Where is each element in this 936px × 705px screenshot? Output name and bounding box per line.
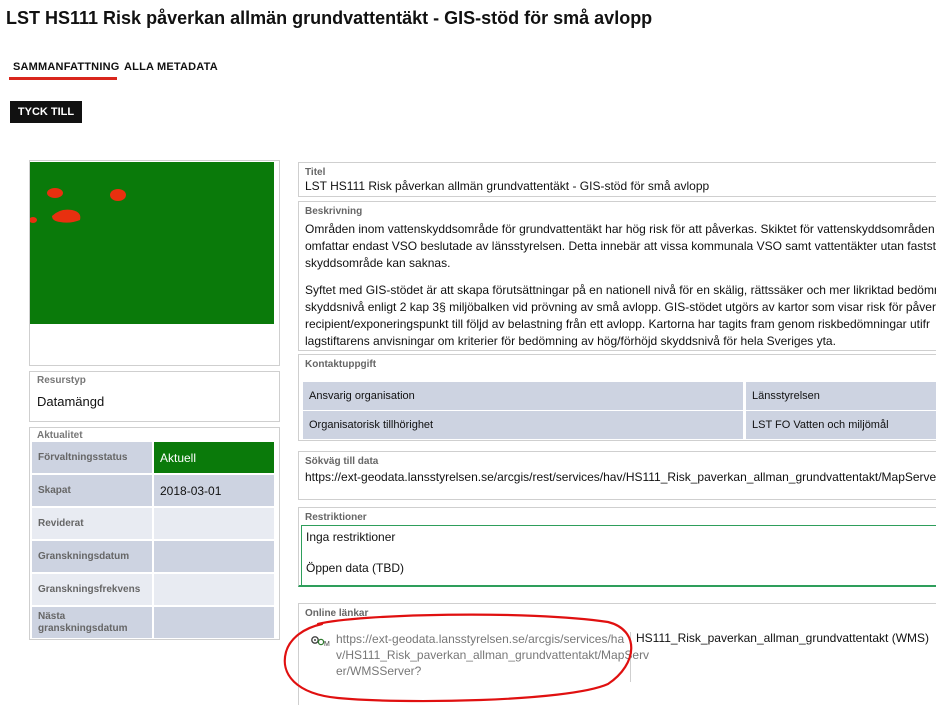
beskrivning-line: Områden inom vattenskyddsområde för grun… (305, 222, 935, 236)
aktualitet-value: 2018-03-01 (154, 475, 274, 506)
kontakt-panel: Kontaktuppgift Ansvarig organisation Län… (298, 354, 936, 441)
resource-type-value: Datamängd (37, 394, 105, 409)
titel-label: Titel (305, 167, 326, 178)
status-badge: Aktuell (154, 442, 274, 473)
online-link-line: v/HS111_Risk_paverkan_allman_grundvatten… (336, 648, 650, 662)
online-link-line: er/WMSServer? (336, 664, 422, 678)
restriktioner-content: Inga restriktioner Öppen data (TBD) (301, 525, 936, 585)
aktualitet-label: Aktualitet (37, 430, 83, 441)
restriktioner-line: Öppen data (TBD) (306, 561, 405, 575)
active-tab-indicator (9, 77, 117, 80)
titel-panel: Titel LST HS111 Risk påverkan allmän gru… (298, 162, 936, 197)
resource-type-panel: Resurstyp Datamängd (29, 371, 280, 422)
kontakt-key: Ansvarig organisation (303, 382, 743, 410)
online-link-url[interactable]: https://ext-geodata.lansstyrelsen.se/arc… (336, 631, 650, 679)
tab-alla-metadata[interactable]: ALLA METADATA (124, 61, 218, 73)
sokvag-label: Sökväg till data (305, 456, 379, 467)
beskrivning-line: skyddsområde kan saknas. (305, 256, 451, 270)
aktualitet-row: Förvaltningsstatus Aktuell (32, 442, 274, 473)
aktualitet-row: Skapat 2018-03-01 (32, 475, 274, 506)
kontakt-key: Organisatorisk tillhörighet (303, 411, 743, 439)
beskrivning-line: lagstiftarens anvisningar om kriterier f… (305, 334, 836, 348)
aktualitet-value (154, 607, 274, 638)
aktualitet-row: Nästa granskningsdatum (32, 607, 274, 638)
online-label: Online länkar (305, 608, 369, 619)
map-thumbnail-graphic (30, 162, 274, 324)
titel-value: LST HS111 Risk påverkan allmän grundvatt… (305, 179, 710, 193)
aktualitet-key: Nästa granskningsdatum (32, 607, 152, 638)
beskrivning-panel: Beskrivning Områden inom vattenskyddsomr… (298, 201, 936, 351)
tab-sammanfattning[interactable]: SAMMANFATTNING (13, 61, 119, 73)
beskrivning-line: omfattar endast VSO beslutade av länssty… (305, 239, 936, 253)
aktualitet-key: Reviderat (32, 508, 152, 539)
restriktioner-line: Inga restriktioner (306, 530, 396, 544)
beskrivning-line: Syftet med GIS-stödet är att skapa förut… (305, 283, 936, 297)
sokvag-panel: Sökväg till data https://ext-geodata.lan… (298, 451, 936, 500)
aktualitet-value (154, 508, 274, 539)
aktualitet-value (154, 574, 274, 605)
aktualitet-key: Granskningsdatum (32, 541, 152, 572)
online-link-name: HS111_Risk_paverkan_allman_grundvattenta… (636, 631, 930, 645)
aktualitet-key: Skapat (32, 475, 152, 506)
aktualitet-value (154, 541, 274, 572)
sokvag-url[interactable]: https://ext-geodata.lansstyrelsen.se/arc… (305, 469, 936, 486)
kontakt-value: Länsstyrelsen (746, 382, 936, 410)
restriktioner-panel: Restriktioner Inga restriktioner Öppen d… (298, 507, 936, 587)
feedback-button[interactable]: TYCK TILL (10, 101, 82, 123)
wms-service-icon: M (311, 634, 331, 652)
online-divider (630, 632, 631, 682)
restriktioner-label: Restriktioner (305, 512, 367, 523)
aktualitet-row: Granskningsfrekvens (32, 574, 274, 605)
resource-type-label: Resurstyp (37, 375, 86, 386)
svg-text:M: M (324, 641, 330, 647)
beskrivning-line: skyddsnivå enligt 2 kap 3§ miljöbalken v… (305, 300, 936, 314)
aktualitet-key: Granskningsfrekvens (32, 574, 152, 605)
kontakt-label: Kontaktuppgift (305, 359, 377, 370)
beskrivning-label: Beskrivning (305, 206, 363, 217)
aktualitet-row: Reviderat (32, 508, 274, 539)
map-thumbnail (30, 162, 274, 324)
beskrivning-line: recipient/exponeringspunkt till följd av… (305, 317, 931, 331)
page-title: LST HS111 Risk påverkan allmän grundvatt… (6, 8, 653, 28)
kontakt-value: LST FO Vatten och miljömål (746, 411, 936, 439)
aktualitet-key: Förvaltningsstatus (32, 442, 152, 473)
aktualitet-row: Granskningsdatum (32, 541, 274, 572)
online-link-line: https://ext-geodata.lansstyrelsen.se/arc… (336, 632, 625, 646)
